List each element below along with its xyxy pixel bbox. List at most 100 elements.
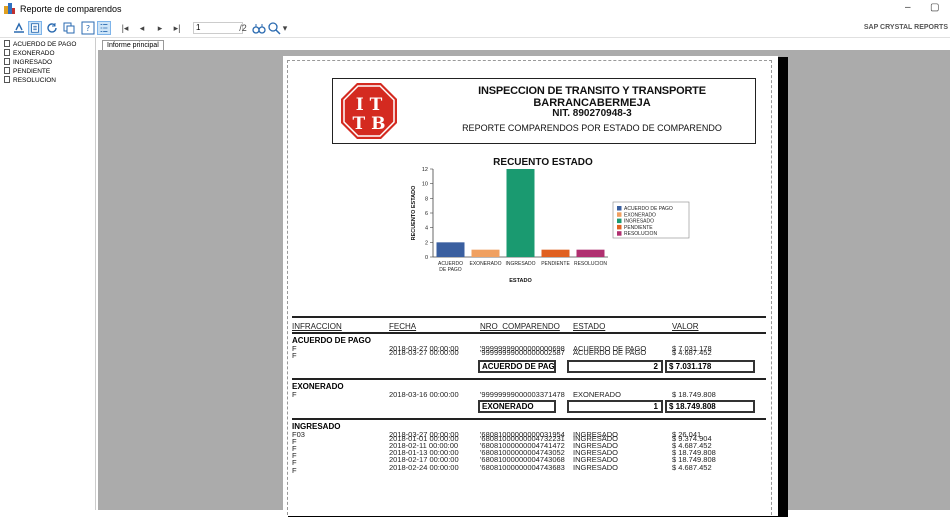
x-tick-label: DE PAGO — [439, 267, 462, 273]
report-page: I T T B INSPECCION DE TRANSITO Y TRANSPO… — [283, 56, 778, 516]
report-subtitle: REPORTE COMPARENDOS POR ESTADO DE COMPAR… — [462, 123, 722, 133]
group-divider — [292, 417, 766, 420]
report-viewer[interactable]: I T T B INSPECCION DE TRANSITO Y TRANSPO… — [98, 50, 950, 517]
help-icon[interactable]: ? — [81, 21, 95, 35]
cell-nro-comparendo: '68081000000004743683 — [480, 462, 565, 472]
column-header-infraccion: INFRACCION — [292, 322, 342, 331]
column-header-valor: VALOR — [672, 322, 699, 331]
binoculars-icon[interactable] — [252, 21, 266, 35]
cell-infraccion: F — [292, 390, 297, 400]
tab-bar: Informe principal — [100, 38, 950, 51]
legend-swatch — [617, 231, 622, 236]
itt-logo-icon: I T T B — [341, 83, 397, 139]
app-icon — [4, 3, 15, 14]
group-header: ACUERDO DE PAGO — [292, 336, 371, 345]
header-divider-top — [292, 316, 766, 318]
window-title: Reporte de comparendos — [20, 4, 122, 14]
cell-fecha: 2018-03-27 00:00:00 — [389, 348, 459, 358]
cell-infraccion: F — [292, 351, 297, 361]
legend-label: EXONERADO — [624, 212, 656, 218]
cell-estado: ACUERDO DE PAGO — [573, 348, 647, 358]
legend-label: INGRESADO — [624, 219, 654, 225]
copy-icon[interactable] — [62, 21, 76, 35]
cell-valor: $ 18.749.808 — [672, 390, 716, 400]
refresh-icon[interactable] — [45, 21, 59, 35]
group-divider — [292, 378, 766, 381]
print-icon[interactable] — [28, 21, 42, 35]
report-title-1: INSPECCION DE TRANSITO Y TRANSPORTE — [478, 85, 706, 97]
group-summary-name: EXONERADO — [478, 399, 556, 413]
group-tree: ACUERDO DE PAGO EXONERADO INGRESADO PEND… — [0, 38, 96, 510]
toolbar: ? |◂ ◂ ▸ ▸| 1 /2 ▾ SAP CRYSTAL REPORTS — [0, 18, 950, 38]
legend-label: ACUERDO DE PAGO — [624, 206, 673, 212]
title-bar: Reporte de comparendos – ▢ — [0, 0, 950, 18]
bar-exonerado — [471, 249, 500, 257]
legend-swatch — [617, 218, 622, 224]
tree-item-ingresado[interactable]: INGRESADO — [4, 58, 52, 67]
tree-item-pendiente[interactable]: PENDIENTE — [4, 67, 50, 76]
cell-valor: $ 4.687.452 — [672, 348, 712, 358]
tree-item-label: EXONERADO — [13, 50, 55, 57]
last-page-button[interactable]: ▸| — [170, 21, 184, 35]
prev-page-button[interactable]: ◂ — [137, 21, 147, 35]
document-icon — [4, 76, 10, 83]
tree-item-acuerdo-de-pago[interactable]: ACUERDO DE PAGO — [4, 40, 76, 49]
y-tick-label: 6 — [425, 211, 428, 217]
y-tick-label: 0 — [425, 255, 428, 261]
tree-item-label: PENDIENTE — [13, 68, 51, 75]
column-header-estado: ESTADO — [573, 322, 606, 331]
group-header: EXONERADO — [292, 382, 344, 392]
y-tick-label: 10 — [422, 182, 428, 188]
recuento-estado-chart: RECUENTO ESTADO024681012ACUERDODE PAGOEX… — [411, 157, 690, 284]
zoom-icon[interactable] — [267, 21, 281, 35]
next-page-button[interactable]: ▸ — [155, 21, 165, 35]
y-tick-label: 8 — [425, 196, 428, 202]
y-tick-label: 4 — [425, 226, 428, 232]
bar-ingresado — [506, 169, 535, 257]
bar-resolucion — [576, 249, 605, 257]
header-divider — [292, 332, 766, 334]
column-header-fecha: FECHA — [389, 322, 417, 331]
column-header-nro-comparendo: NRO_COMPARENDO — [480, 322, 560, 331]
cell-estado: EXONERADO — [573, 390, 621, 400]
document-icon — [4, 49, 10, 56]
legend-swatch — [617, 224, 622, 230]
svg-text:T B: T B — [353, 114, 386, 134]
zoom-dropdown[interactable]: ▾ — [281, 21, 289, 35]
tree-item-resolucion[interactable]: RESOLUCION — [4, 76, 56, 85]
x-tick-label: INGRESADO — [505, 261, 535, 267]
group-summary-count: 2 — [567, 360, 663, 374]
minimize-button[interactable]: – — [905, 2, 911, 13]
tree-item-exonerado[interactable]: EXONERADO — [4, 49, 55, 58]
group-tree-toggle-icon[interactable] — [97, 21, 111, 35]
restore-button[interactable]: ▢ — [930, 2, 939, 13]
group-summary-value: $ 7.031.178 — [665, 360, 755, 374]
cell-nro-comparendo: '99999999000000002587 — [480, 348, 565, 358]
tree-item-label: RESOLUCION — [13, 77, 56, 84]
x-tick-label: RESOLUCION — [574, 261, 607, 267]
group-summary-value: $ 18.749.808 — [665, 399, 755, 413]
bar-pendiente — [541, 249, 570, 257]
cell-valor: $ 4.687.452 — [672, 462, 712, 472]
cell-nro-comparendo: '99999999000003371478 — [480, 390, 565, 400]
y-axis-label: RECUENTO ESTADO — [411, 185, 417, 241]
brand-label: SAP CRYSTAL REPORTS — [863, 24, 948, 31]
cell-fecha: 2018-03-16 00:00:00 — [389, 390, 459, 400]
group-summary-count: 1 — [567, 399, 663, 413]
export-icon[interactable] — [12, 21, 26, 35]
svg-text:I T: I T — [356, 95, 383, 115]
cell-infraccion: F — [292, 465, 297, 475]
document-icon — [4, 40, 10, 47]
x-axis-label: ESTADO — [509, 278, 532, 284]
report-header: I T T B INSPECCION DE TRANSITO Y TRANSPO… — [332, 78, 756, 144]
bar-acuerdo-de-pago — [436, 242, 465, 257]
report-nit: NIT. 890270948-3 — [552, 108, 632, 119]
legend-swatch — [617, 206, 622, 211]
x-tick-label: PENDIENTE — [541, 261, 570, 267]
first-page-button[interactable]: |◂ — [120, 21, 130, 35]
page-total: /2 — [239, 23, 247, 33]
group-summary-name: ACUERDO DE PAGO — [478, 360, 556, 374]
tree-item-label: INGRESADO — [13, 59, 53, 66]
svg-text:?: ? — [86, 24, 90, 33]
cell-fecha: 2018-02-24 00:00:00 — [389, 462, 459, 472]
